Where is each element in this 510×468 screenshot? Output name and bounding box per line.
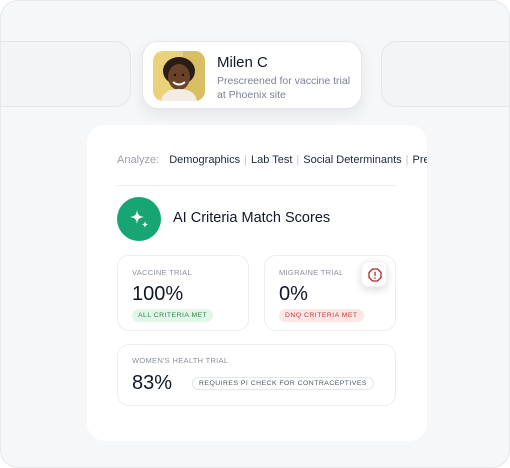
card-label: WOMEN'S HEALTH TRIAL bbox=[132, 356, 229, 365]
sparkle-icon bbox=[117, 197, 161, 241]
patient-description: Prescreened for vaccine trial at Phoenix… bbox=[217, 75, 351, 101]
tab-prescriptions[interactable]: Presc bbox=[413, 154, 427, 166]
divider bbox=[117, 185, 397, 186]
womens-health-trial-card[interactable]: WOMEN'S HEALTH TRIAL 83% REQUIRES PI CHE… bbox=[117, 344, 396, 406]
patient-name: Milen C bbox=[217, 54, 268, 71]
analyze-tabs: Analyze: Demographics | Lab Test | Socia… bbox=[117, 153, 427, 167]
alert-button[interactable] bbox=[361, 261, 387, 287]
patient-card-previous[interactable] bbox=[1, 41, 131, 107]
analysis-panel: Analyze: Demographics | Lab Test | Socia… bbox=[87, 125, 427, 441]
analyze-label: Analyze: bbox=[117, 154, 160, 166]
tab-separator: | bbox=[296, 154, 300, 166]
match-score: 100% bbox=[132, 283, 184, 305]
vaccine-trial-card[interactable]: VACCINE TRIAL 100% ALL CRITERIA MET bbox=[117, 255, 249, 331]
status-badge: ALL CRITERIA MET bbox=[132, 309, 214, 322]
status-badge: REQUIRES PI CHECK FOR CONTRACEPTIVES bbox=[192, 377, 374, 390]
tab-demographics[interactable]: Demographics bbox=[169, 154, 240, 166]
tab-separator: | bbox=[405, 154, 409, 166]
tab-social-determinants[interactable]: Social Determinants bbox=[303, 154, 401, 166]
match-score: 0% bbox=[279, 283, 308, 305]
match-score: 83% bbox=[132, 372, 173, 394]
migraine-trial-card[interactable]: MIGRAINE TRIAL 0% DNQ CRITERIA MET bbox=[264, 255, 396, 331]
app-frame: Milen C Prescreened for vaccine trial at… bbox=[0, 0, 510, 468]
card-label: MIGRAINE TRIAL bbox=[279, 268, 344, 277]
status-badge: DNQ CRITERIA MET bbox=[279, 309, 364, 322]
tab-separator: | bbox=[244, 154, 247, 166]
patient-card-next[interactable] bbox=[381, 41, 509, 107]
scores-title: AI Criteria Match Scores bbox=[173, 210, 331, 226]
tab-lab-test[interactable]: Lab Test bbox=[251, 154, 292, 166]
avatar bbox=[153, 51, 205, 101]
alert-octagon-icon bbox=[368, 268, 382, 282]
patient-card[interactable]: Milen C Prescreened for vaccine trial at… bbox=[142, 41, 362, 109]
card-label: VACCINE TRIAL bbox=[132, 268, 192, 277]
